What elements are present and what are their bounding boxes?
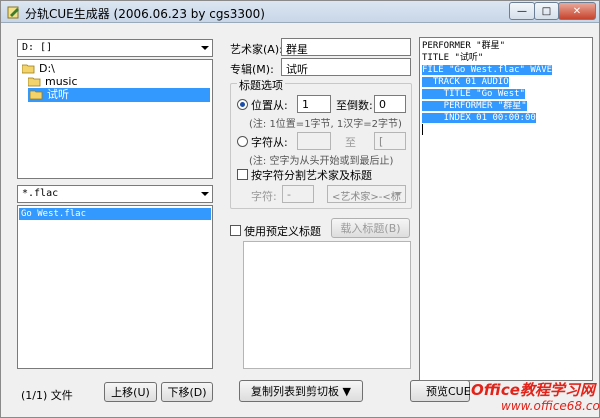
title-options-label: 标题选项 [237, 77, 285, 93]
split-label: 按字符分割艺术家及标题 [251, 169, 372, 182]
move-down-button[interactable]: 下移(D) [161, 382, 213, 402]
predefined-checkbox[interactable] [230, 225, 241, 236]
cue-line-text: PERFORMER "群星" [422, 101, 527, 111]
maximize-icon: □ [541, 5, 552, 17]
cue-line-text: INDEX 01 00:00:00 [422, 113, 536, 123]
artist-input[interactable]: 群星 [281, 38, 411, 56]
predefined-label: 使用预定义标题 [244, 225, 321, 238]
char-to-input[interactable]: [ [374, 132, 406, 150]
char-from-label: 字符从: [251, 136, 288, 149]
cue-line-text: PERFORMER "群星" [422, 41, 506, 51]
load-titles-button[interactable]: 载入标题(B) [331, 218, 410, 238]
filter-select[interactable]: *.flac [17, 185, 213, 203]
maximize-button[interactable]: □ [534, 2, 559, 20]
char-from-input[interactable] [297, 132, 331, 150]
watermark-title: Office教程学习网 [471, 381, 595, 399]
close-button[interactable]: ✕ [558, 2, 596, 20]
split-checkbox[interactable] [237, 169, 248, 180]
chevron-down-icon [201, 192, 209, 196]
cue-line-text: TITLE "Go West" [422, 89, 525, 99]
cue-line: PERFORMER "群星" [422, 40, 590, 52]
file-count-label: (1/1) 文件 [21, 389, 73, 402]
app-window: 分轨CUE生成器 (2006.06.23 by cgs3300) — □ ✕ D… [0, 0, 600, 418]
folder-item-label: D:\ [39, 62, 55, 75]
app-icon [7, 6, 19, 19]
cue-line-text: TRACK 01 AUDIO [422, 77, 509, 87]
predefined-titles-box[interactable] [243, 241, 411, 369]
folder-item-label: 试听 [47, 88, 69, 101]
chevron-down-icon [394, 192, 402, 196]
cue-line: TITLE "试听" [422, 52, 590, 64]
chevron-down-icon [201, 46, 209, 50]
cue-line: INDEX 01 00:00:00 [422, 112, 590, 124]
to-last-label: 至倒数: [336, 99, 373, 112]
folder-item-selected[interactable]: 试听 [28, 88, 210, 102]
minimize-icon: — [517, 5, 527, 17]
folder-item-label: music [45, 75, 78, 88]
order-select[interactable]: <艺术家>-<标 [327, 185, 406, 203]
cue-line: TITLE "Go West" [422, 88, 590, 100]
position-note: (注: 1位置=1字节, 1汉字=2字节) [249, 119, 402, 130]
site-watermark: Office教程学习网 www.office68.com [471, 379, 600, 417]
drive-select[interactable]: D: [] [17, 39, 213, 57]
folder-item-music[interactable]: music [28, 75, 78, 88]
title-bar[interactable]: 分轨CUE生成器 (2006.06.23 by cgs3300) — □ ✕ [1, 1, 599, 23]
open-folder-icon [28, 77, 41, 87]
text-caret [422, 124, 423, 135]
drive-select-value: D: [] [22, 42, 53, 53]
char-note: (注: 空字为从头开始或到最后止) [249, 156, 394, 167]
position-from-label: 位置从: [251, 99, 288, 112]
artist-label: 艺术家(A): [230, 43, 283, 56]
order-select-value: <艺术家>-<标 [332, 192, 401, 203]
open-folder-icon [22, 64, 35, 74]
copy-list-button[interactable]: 复制列表到剪切板 ▼ [239, 380, 363, 402]
folder-tree[interactable]: D:\ music 试听 [17, 59, 213, 179]
preview-cue-button[interactable]: 预览CUE [410, 380, 471, 402]
file-list-item[interactable]: Go West.flac [19, 208, 211, 220]
window-title: 分轨CUE生成器 (2006.06.23 by cgs3300) [25, 7, 265, 21]
cue-caret-line [422, 124, 590, 136]
album-input[interactable]: 试听 [281, 58, 411, 76]
cue-line: TRACK 01 AUDIO [422, 76, 590, 88]
cue-line-text: FILE "Go West.flac" WAVE [422, 65, 553, 75]
album-label: 专辑(M): [230, 63, 274, 76]
open-folder-icon [30, 90, 43, 100]
position-from-input[interactable]: 1 [297, 95, 331, 113]
close-icon: ✕ [572, 5, 582, 17]
char-label: 字符: [251, 190, 277, 203]
cue-line: FILE "Go West.flac" WAVE [422, 64, 590, 76]
minimize-button[interactable]: — [509, 2, 535, 20]
watermark-url: www.office68.com [501, 399, 600, 413]
cue-output[interactable]: PERFORMER "群星" TITLE "试听" FILE "Go West.… [419, 37, 593, 381]
file-list[interactable]: Go West.flac [17, 205, 213, 369]
cue-line-text: TITLE "试听" [422, 53, 484, 63]
position-radio[interactable] [237, 99, 248, 110]
char-radio[interactable] [237, 136, 248, 147]
char-to-label: 至 [345, 136, 356, 149]
filter-select-value: *.flac [22, 188, 59, 199]
cue-line: PERFORMER "群星" [422, 100, 590, 112]
move-up-button[interactable]: 上移(U) [104, 382, 157, 402]
folder-item-root[interactable]: D:\ [22, 62, 55, 75]
to-last-input[interactable]: 0 [374, 95, 406, 113]
separator-input[interactable]: - [282, 185, 314, 203]
